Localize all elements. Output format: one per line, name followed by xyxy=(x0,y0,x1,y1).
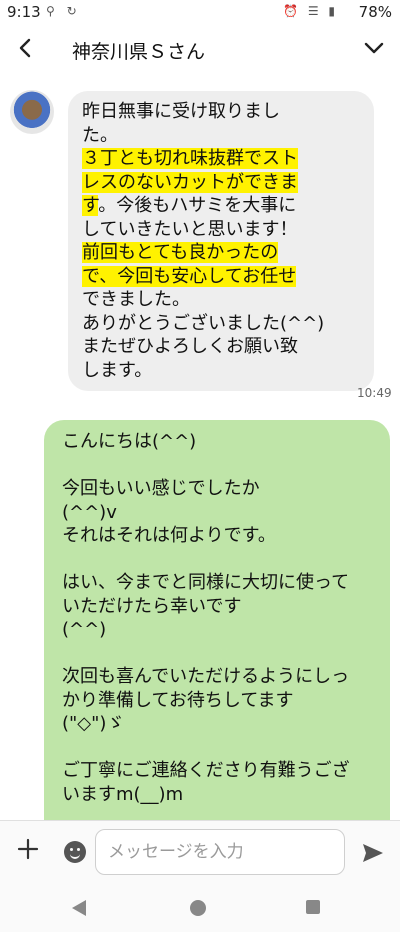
emoji-icon[interactable] xyxy=(64,841,86,863)
highlighted-text: で、今回も安心してお任せ xyxy=(82,265,297,287)
system-icons: ⏰ ☰ ▮ xyxy=(283,4,338,18)
highlighted-text: レスのないカットができま xyxy=(82,171,298,193)
message-line: た。 xyxy=(82,124,118,146)
message-line: ありがとうございました(^^) xyxy=(82,312,325,334)
battery-level: 78% xyxy=(358,3,392,21)
message-line: 昨日無事に受け取りまし xyxy=(82,101,280,122)
highlighted-text: 前回もとても良かったの xyxy=(82,242,279,263)
message-line: できました。 xyxy=(82,289,190,310)
message-input-bar xyxy=(0,820,400,887)
incoming-message-bubble: 昨日無事に受け取りまし た。 ３丁とも切れ味抜群でスト レスのないカットができま… xyxy=(68,91,374,391)
chat-title: 神奈川県Ｓさん xyxy=(72,41,206,63)
message-line: ご丁寧にご連絡くださり有難うござ xyxy=(62,760,350,781)
message-line: ("◇")ゞ xyxy=(62,713,125,734)
message-line: いただけたら幸いです xyxy=(62,595,242,617)
status-time: 9:13 xyxy=(7,3,41,21)
message-line: またぜひよろしくお願い致 xyxy=(82,336,298,357)
message-line: いますm(__)m xyxy=(62,783,184,805)
message-timestamp: 10:49 xyxy=(357,386,392,400)
nav-home-icon[interactable] xyxy=(190,900,206,916)
plus-icon[interactable] xyxy=(16,837,40,866)
outgoing-message-bubble: こんにちは(^^) 今回もいい感じでしたか (^^)v それはそれは何よりです。… xyxy=(44,420,390,846)
chevron-down-icon[interactable] xyxy=(362,36,386,60)
message-line: こんにちは(^^) xyxy=(62,431,197,452)
message-line: 。今後もハサミを大事に xyxy=(98,195,297,216)
message-line: (^^)v xyxy=(62,501,117,523)
message-line: していきたいと思います！ xyxy=(82,218,298,240)
chat-header: 神奈川県Ｓさん xyxy=(0,24,400,74)
status-bar: 9:13 ⚲ ↻ ⏰ ☰ ▮ 78% xyxy=(0,0,400,24)
message-line: 今回もいい感じでしたか xyxy=(62,478,260,499)
message-line: かり準備してお待ちしてます xyxy=(62,689,294,711)
system-nav-bar xyxy=(0,886,400,932)
message-line: (^^) xyxy=(62,619,107,640)
back-arrow-icon[interactable] xyxy=(12,34,40,62)
send-icon[interactable] xyxy=(362,843,384,863)
message-line: します。 xyxy=(82,359,153,381)
message-line: はい、今までと同様に大切に使って xyxy=(62,572,350,593)
nav-recents-icon[interactable] xyxy=(306,900,320,914)
notification-icons: ⚲ ↻ xyxy=(46,4,81,18)
avatar[interactable] xyxy=(10,90,54,134)
highlighted-text: す xyxy=(82,195,99,216)
nav-back-icon[interactable] xyxy=(72,900,86,916)
highlighted-text: ３丁とも切れ味抜群でスト xyxy=(82,148,298,169)
message-line: 次回も喜んでいただけるようにしっ xyxy=(62,666,350,687)
message-line: それはそれは何よりです。 xyxy=(62,525,276,546)
message-input[interactable] xyxy=(95,829,345,875)
